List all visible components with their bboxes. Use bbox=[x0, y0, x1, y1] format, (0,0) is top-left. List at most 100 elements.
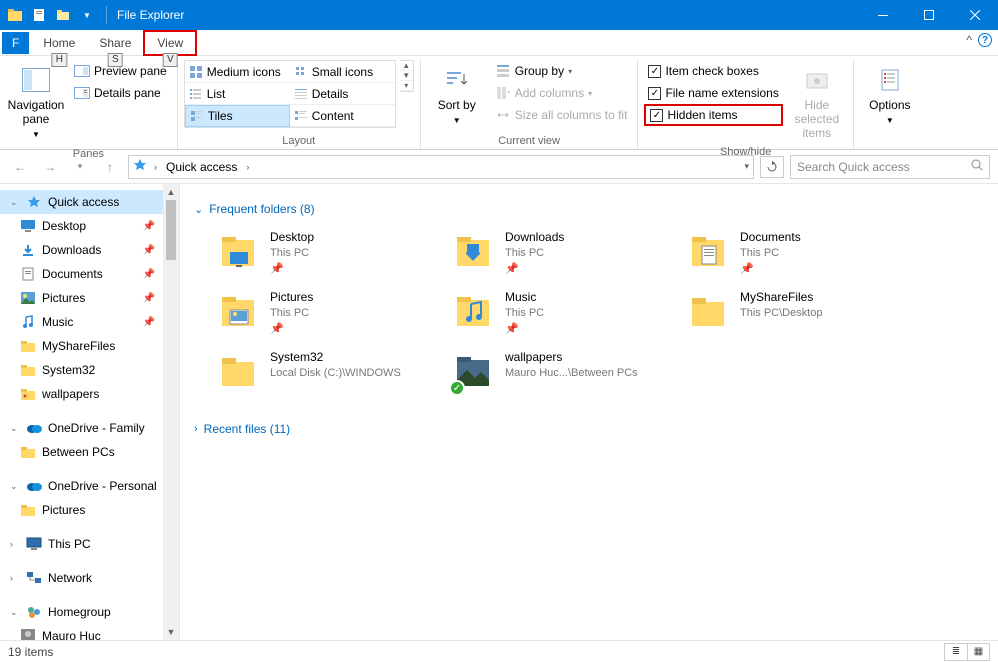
sidebar-item-onedrive-personal[interactable]: ⌄OneDrive - Personal bbox=[0, 474, 179, 498]
navigation-pane-button[interactable]: Navigation pane ▼ bbox=[6, 60, 66, 146]
folder-icon bbox=[686, 230, 730, 274]
keytip-share: S bbox=[108, 53, 123, 67]
address-bar[interactable]: › Quick access › ▾ bbox=[128, 155, 754, 179]
chevron-right-icon[interactable]: › bbox=[10, 539, 20, 549]
sidebar-item-thispc[interactable]: ›This PC bbox=[0, 532, 179, 556]
details-pane-button[interactable]: Details pane bbox=[70, 82, 171, 104]
file-tab[interactable]: F bbox=[2, 32, 29, 54]
layout-content[interactable]: Content bbox=[290, 105, 395, 127]
expand-icon[interactable]: ⌄ bbox=[10, 481, 20, 492]
folder-icon bbox=[216, 290, 260, 334]
forward-button[interactable]: → bbox=[38, 155, 62, 179]
addcolumns-button[interactable]: +Add columns ▾ bbox=[491, 82, 632, 104]
qat-properties-icon[interactable] bbox=[28, 4, 50, 26]
folder-tile[interactable]: System32Local Disk (C:)\WINDOWS bbox=[212, 346, 427, 398]
folder-tile[interactable]: DesktopThis PC📌 bbox=[212, 226, 427, 280]
sidebar-item-between-pcs[interactable]: Between PCs bbox=[0, 440, 179, 464]
sidebar-item-network[interactable]: ›Network bbox=[0, 566, 179, 590]
sortby-button[interactable]: Sort by▼ bbox=[427, 60, 487, 132]
chevron-right-icon[interactable]: › bbox=[151, 162, 160, 172]
network-icon bbox=[26, 570, 42, 586]
sidebar-item-wallpapers[interactable]: wallpapers bbox=[0, 382, 179, 406]
qat-newfolder-icon[interactable] bbox=[52, 4, 74, 26]
sidebar-item-music[interactable]: Music📌 bbox=[0, 310, 179, 334]
navigation-tree: ⌄ Quick access Desktop📌Downloads📌Documen… bbox=[0, 184, 180, 640]
sidebar-item-documents[interactable]: Documents📌 bbox=[0, 262, 179, 286]
homegroup-icon bbox=[26, 604, 42, 620]
ribbon-group-panes: Navigation pane ▼ Preview pane Details p… bbox=[0, 60, 178, 149]
sidebar-item-onedrive-family[interactable]: ⌄OneDrive - Family bbox=[0, 416, 179, 440]
folder-tile[interactable]: DocumentsThis PC📌 bbox=[682, 226, 897, 280]
sidebar-item-system32[interactable]: System32 bbox=[0, 358, 179, 382]
sidebar-item-homegroup[interactable]: ⌄Homegroup bbox=[0, 600, 179, 624]
folder-tile[interactable]: MyShareFilesThis PC\Desktop bbox=[682, 286, 897, 340]
ribbon-group-showhide: ✓Item check boxes ✓File name extensions … bbox=[638, 60, 853, 149]
sizecolumns-button[interactable]: Size all columns to fit bbox=[491, 104, 632, 126]
sidebar-item-mauro[interactable]: Mauro Huc bbox=[0, 624, 179, 640]
view-mode-toggle[interactable]: ≣ ▦ bbox=[944, 643, 990, 661]
layout-details[interactable]: Details bbox=[290, 83, 395, 105]
pin-icon: 📌 bbox=[143, 269, 155, 280]
recent-files-header[interactable]: › Recent files (11) bbox=[194, 422, 984, 436]
hide-selected-button[interactable]: Hide selected items bbox=[787, 60, 847, 144]
folder-tile[interactable]: PicturesThis PC📌 bbox=[212, 286, 427, 340]
layout-tiles[interactable]: Tiles bbox=[185, 105, 290, 127]
layout-medium-icons[interactable]: Medium icons bbox=[185, 61, 290, 83]
sidebar-scrollbar[interactable]: ▲▼ bbox=[163, 184, 179, 640]
filename-ext-toggle[interactable]: ✓File name extensions bbox=[644, 82, 782, 104]
view-tab[interactable]: ViewV bbox=[143, 30, 197, 56]
home-tab[interactable]: HomeH bbox=[31, 32, 87, 54]
ribbon-collapse-icon[interactable]: ^ bbox=[966, 33, 972, 47]
address-dropdown-icon[interactable]: ▾ bbox=[744, 161, 749, 172]
refresh-button[interactable] bbox=[760, 156, 784, 178]
frequent-folders-header[interactable]: ⌄ Frequent folders (8) bbox=[194, 202, 984, 216]
details-view-icon[interactable]: ≣ bbox=[945, 644, 967, 660]
breadcrumb-quickaccess[interactable]: Quick access bbox=[164, 160, 239, 174]
folder-path: This PC bbox=[505, 306, 544, 320]
folder-icon bbox=[451, 230, 495, 274]
hidden-items-toggle[interactable]: ✓Hidden items bbox=[644, 104, 782, 126]
minimize-button[interactable] bbox=[860, 0, 906, 30]
sidebar-item-mysharefiles[interactable]: MyShareFiles bbox=[0, 334, 179, 358]
groupby-button[interactable]: Group by ▾ bbox=[491, 60, 632, 82]
tiles-view-icon[interactable]: ▦ bbox=[967, 644, 989, 660]
layout-small-icons[interactable]: Small icons bbox=[290, 61, 395, 83]
close-button[interactable] bbox=[952, 0, 998, 30]
chevron-right-icon[interactable]: › bbox=[10, 573, 20, 583]
item-icon bbox=[20, 338, 36, 354]
sidebar-item-quickaccess[interactable]: ⌄ Quick access bbox=[0, 190, 179, 214]
sidebar-item-od-pictures[interactable]: Pictures bbox=[0, 498, 179, 522]
search-input[interactable]: Search Quick access bbox=[790, 155, 990, 179]
expand-icon[interactable]: ⌄ bbox=[10, 607, 20, 618]
item-icon bbox=[20, 290, 36, 306]
sidebar-item-pictures[interactable]: Pictures📌 bbox=[0, 286, 179, 310]
share-tab[interactable]: ShareS bbox=[87, 32, 143, 54]
chevron-right-icon[interactable]: › bbox=[243, 162, 252, 172]
qat-dropdown-icon[interactable]: ▼ bbox=[76, 4, 98, 26]
folder-tile[interactable]: DownloadsThis PC📌 bbox=[447, 226, 662, 280]
folder-path: This PC bbox=[740, 246, 801, 260]
back-button[interactable]: ← bbox=[8, 155, 32, 179]
title-bar: ▼ File Explorer bbox=[0, 0, 998, 30]
checkbox-checked-icon: ✓ bbox=[648, 65, 661, 78]
expand-icon[interactable]: ⌄ bbox=[10, 197, 20, 208]
item-checkboxes-toggle[interactable]: ✓Item check boxes bbox=[644, 60, 782, 82]
help-icon[interactable]: ? bbox=[978, 33, 992, 47]
layout-list[interactable]: List bbox=[185, 83, 290, 105]
options-button[interactable]: Options▼ bbox=[860, 60, 920, 132]
sidebar-item-downloads[interactable]: Downloads📌 bbox=[0, 238, 179, 262]
content-pane: ⌄ Frequent folders (8) DesktopThis PC📌 Do… bbox=[180, 184, 998, 640]
sidebar-item-desktop[interactable]: Desktop📌 bbox=[0, 214, 179, 238]
layout-scroll[interactable]: ▲▼▾ bbox=[400, 60, 414, 92]
folder-icon bbox=[451, 290, 495, 334]
up-button[interactable]: ↑ bbox=[98, 155, 122, 179]
quickaccess-star-icon bbox=[133, 158, 147, 175]
folder-name: MyShareFiles bbox=[740, 290, 823, 304]
history-dropdown-icon[interactable]: ▾ bbox=[68, 155, 92, 179]
folder-name: wallpapers bbox=[505, 350, 638, 364]
folder-tile[interactable]: MusicThis PC📌 bbox=[447, 286, 662, 340]
pin-icon: 📌 bbox=[143, 221, 155, 232]
expand-icon[interactable]: ⌄ bbox=[10, 423, 20, 434]
folder-tile[interactable]: ✓wallpapersMauro Huc...\Between PCs bbox=[447, 346, 662, 398]
maximize-button[interactable] bbox=[906, 0, 952, 30]
